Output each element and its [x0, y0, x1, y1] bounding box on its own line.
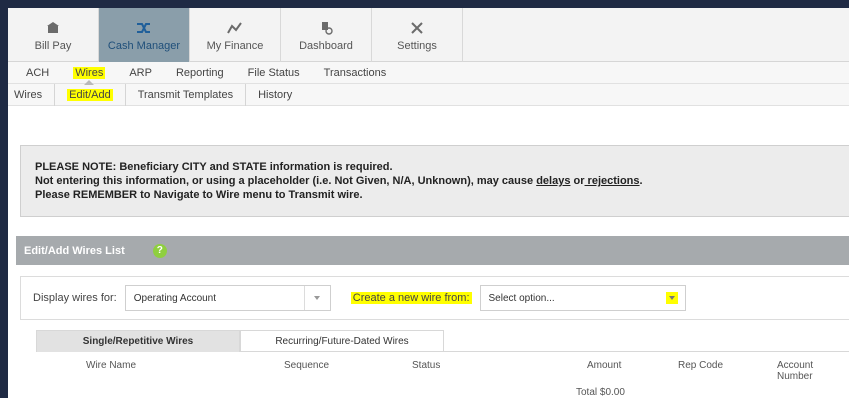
subnav-transactions[interactable]: Transactions [312, 62, 399, 84]
nav-settings[interactable]: Settings [372, 8, 463, 62]
notice-line-3: Please REMEMBER to Navigate to Wire menu… [35, 189, 363, 201]
tab-label: Recurring/Future-Dated Wires [275, 336, 409, 347]
wiresnav-history[interactable]: History [246, 84, 304, 106]
total-amount: Total $0.00 [576, 387, 625, 398]
display-wires-select[interactable]: Operating Account [124, 285, 331, 311]
notice-line-2: Not entering this information, or using … [35, 174, 839, 188]
col-rep-code[interactable]: Rep Code [678, 360, 723, 371]
nav-my-finance[interactable]: My Finance [190, 8, 281, 62]
nav-dashboard[interactable]: Dashboard [281, 8, 372, 62]
nav-bill-pay[interactable]: Bill Pay [8, 8, 99, 62]
wire-tabs: Single/Repetitive Wires Recurring/Future… [36, 330, 849, 352]
col-sequence[interactable]: Sequence [284, 360, 329, 371]
create-wire-select[interactable]: Select option... [479, 285, 686, 311]
notice-text: or [570, 175, 585, 187]
display-wires-value: Operating Account [133, 292, 217, 304]
help-icon[interactable]: ? [152, 243, 167, 258]
tools-icon [408, 19, 426, 37]
notice-text: . [639, 175, 643, 187]
subnav-label: ARP [129, 66, 152, 79]
nav-label: Dashboard [299, 39, 353, 52]
subnav-arp[interactable]: ARP [117, 62, 164, 84]
nav-label: My Finance [206, 39, 264, 52]
rejections-link: rejections [584, 175, 640, 187]
chevron-down-icon [659, 286, 685, 310]
wiresnav-label: History [258, 88, 293, 101]
wires-nav: Wires Edit/Add Transmit Templates Histor… [8, 83, 849, 106]
section-header: Edit/Add Wires List ? [16, 236, 849, 265]
chevron-down-icon [303, 286, 330, 310]
display-wires-label: Display wires for: [33, 292, 117, 304]
tab-single-repetitive[interactable]: Single/Repetitive Wires [36, 330, 240, 352]
dashboard-icon [317, 19, 335, 37]
wiresnav-transmit-templates[interactable]: Transmit Templates [126, 83, 247, 106]
notice-text: Not entering this information, or using … [35, 175, 537, 187]
section-title: Edit/Add Wires List [24, 244, 125, 257]
subnav-label: ACH [26, 66, 50, 79]
wiresnav-label: Edit/Add [67, 88, 113, 101]
subnav-label: File Status [247, 66, 300, 79]
top-nav: Bill Pay Cash Manager My Finance Dashboa… [8, 8, 849, 62]
subnav-label: Transactions [323, 66, 387, 79]
bank-icon [44, 19, 62, 37]
notice-box: PLEASE NOTE: Beneficiary CITY and STATE … [20, 145, 849, 217]
col-account-number[interactable]: Account Number [777, 360, 849, 382]
chart-line-icon [226, 19, 244, 37]
subnav-ach[interactable]: ACH [14, 62, 61, 84]
notice-line-1: PLEASE NOTE: Beneficiary CITY and STATE … [35, 161, 393, 173]
col-status[interactable]: Status [412, 360, 440, 371]
col-amount[interactable]: Amount [587, 360, 621, 371]
create-wire-placeholder: Select option... [488, 292, 555, 304]
wiresnav-wires[interactable]: Wires [8, 83, 56, 106]
create-wire-label-text: Create a new wire from: [350, 292, 472, 304]
delays-link: delays [536, 175, 571, 187]
tab-recurring-future[interactable]: Recurring/Future-Dated Wires [240, 330, 444, 352]
page: Bill Pay Cash Manager My Finance Dashboa… [8, 8, 849, 398]
create-wire-label: Create a new wire from: [350, 292, 472, 304]
subnav-label: Wires [73, 66, 106, 79]
subnav-file-status[interactable]: File Status [236, 62, 312, 84]
sub-nav: ACH Wires ARP Reporting File Status Tran… [8, 62, 849, 85]
wiresnav-label: Transmit Templates [137, 88, 234, 101]
wiresnav-edit-add[interactable]: Edit/Add [55, 83, 126, 106]
wiresnav-label: Wires [14, 88, 43, 101]
nav-label: Settings [397, 39, 437, 52]
table-header: Wire Name Sequence Status Amount Rep Cod… [36, 360, 849, 382]
subnav-reporting[interactable]: Reporting [164, 62, 236, 84]
filter-row: Display wires for: Operating Account Cre… [20, 276, 849, 320]
tab-label: Single/Repetitive Wires [82, 336, 194, 347]
subnav-label: Reporting [175, 66, 224, 79]
nav-cash-manager[interactable]: Cash Manager [99, 8, 190, 62]
nav-label: Cash Manager [107, 39, 181, 52]
nav-label: Bill Pay [34, 39, 72, 52]
col-wire-name[interactable]: Wire Name [86, 360, 136, 371]
subnav-wires[interactable]: Wires [61, 62, 117, 85]
shuffle-icon [135, 19, 153, 37]
